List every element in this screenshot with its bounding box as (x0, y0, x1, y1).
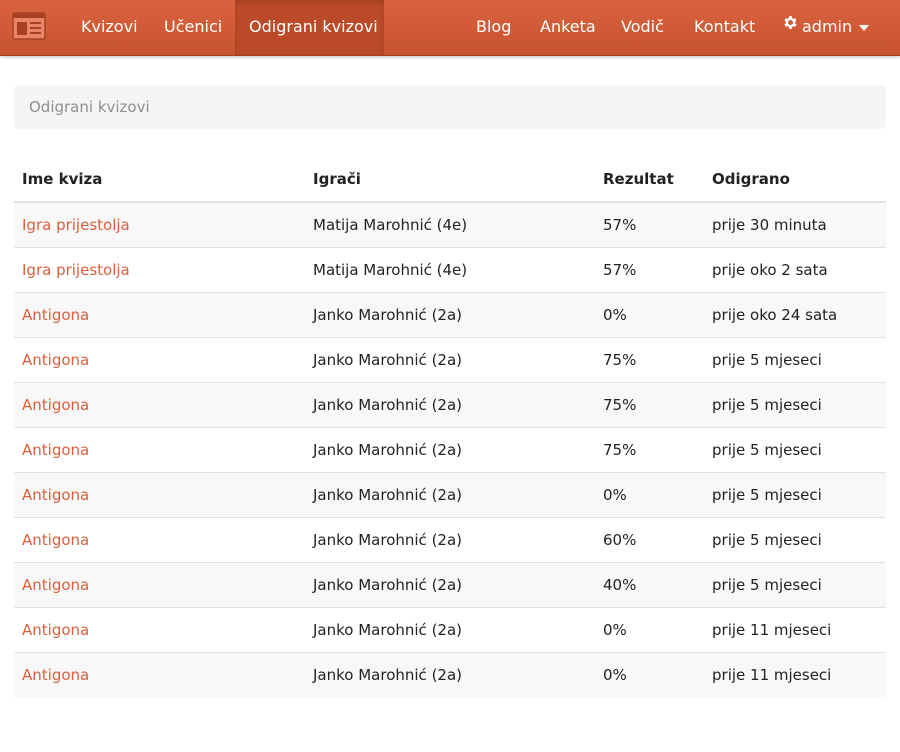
header-odigrano: Odigrano (704, 156, 886, 203)
result-cell: 75% (595, 381, 704, 427)
quiz-name-cell: Igra prijestolja (14, 246, 305, 292)
breadcrumb-current: Odigrani kvizovi (29, 98, 150, 116)
quiz-name-cell: Antigona (14, 606, 305, 652)
players-cell: Matija Marohnić (4e) (305, 246, 595, 292)
user-menu-label: admin (802, 17, 853, 36)
result-cell: 40% (595, 561, 704, 607)
result-cell: 0% (595, 606, 704, 652)
result-cell: 57% (595, 246, 704, 292)
nav-kontakt-label: Kontakt (694, 17, 756, 36)
quiz-name-cell: Antigona (14, 426, 305, 472)
table-row: Igra prijestolja Matija Marohnić (4e) 57… (14, 246, 886, 292)
nav-kvizovi[interactable]: Kvizovi (64, 0, 155, 55)
players-cell: Janko Marohnić (2a) (305, 336, 595, 382)
nav-kvizovi-label: Kvizovi (81, 17, 138, 36)
table-row: Antigona Janko Marohnić (2a) 60% prije 5… (14, 516, 886, 562)
nav-ucenici[interactable]: Učenici (147, 0, 239, 55)
user-menu-dropdown[interactable]: admin (782, 0, 870, 55)
played-cell: prije 11 mjeseci (704, 651, 886, 697)
quiz-link[interactable]: Antigona (22, 621, 89, 639)
browser-window-icon[interactable] (12, 12, 46, 40)
quiz-name-cell: Antigona (14, 561, 305, 607)
players-cell: Janko Marohnić (2a) (305, 561, 595, 607)
quiz-name-cell: Antigona (14, 471, 305, 517)
quiz-name-cell: Antigona (14, 291, 305, 337)
nav-blog-label: Blog (476, 17, 512, 36)
top-navbar: Kvizovi Učenici Odigrani kvizovi Blog An… (0, 0, 900, 56)
quiz-link[interactable]: Antigona (22, 486, 89, 504)
quiz-link[interactable]: Antigona (22, 441, 89, 459)
players-cell: Janko Marohnić (2a) (305, 291, 595, 337)
quiz-link[interactable]: Antigona (22, 666, 89, 684)
breadcrumb: Odigrani kvizovi (14, 85, 886, 129)
header-ime-kviza: Ime kviza (14, 156, 305, 203)
players-cell: Janko Marohnić (2a) (305, 516, 595, 562)
result-cell: 57% (595, 202, 704, 247)
played-cell: prije oko 2 sata (704, 246, 886, 292)
quiz-name-cell: Antigona (14, 651, 305, 697)
played-quizzes-table: Ime kviza Igrači Rezultat Odigrano Igra … (14, 156, 886, 697)
quiz-link[interactable]: Antigona (22, 351, 89, 369)
players-cell: Janko Marohnić (2a) (305, 471, 595, 517)
played-cell: prije 11 mjeseci (704, 606, 886, 652)
table-row: Antigona Janko Marohnić (2a) 75% prije 5… (14, 426, 886, 472)
nav-vodic-label: Vodič (621, 17, 664, 36)
nav-blog[interactable]: Blog (462, 0, 525, 55)
caret-down-icon (859, 0, 870, 53)
gear-icon (782, 0, 799, 53)
nav-anketa[interactable]: Anketa (526, 0, 610, 55)
played-cell: prije 5 mjeseci (704, 336, 886, 382)
played-cell: prije 5 mjeseci (704, 561, 886, 607)
played-cell: prije 5 mjeseci (704, 516, 886, 562)
table-row: Antigona Janko Marohnić (2a) 75% prije 5… (14, 336, 886, 382)
players-cell: Matija Marohnić (4e) (305, 202, 595, 247)
header-igraci: Igrači (305, 156, 595, 203)
quiz-link[interactable]: Antigona (22, 306, 89, 324)
table-row: Antigona Janko Marohnić (2a) 0% prije ok… (14, 291, 886, 337)
quiz-name-cell: Antigona (14, 336, 305, 382)
players-cell: Janko Marohnić (2a) (305, 426, 595, 472)
nav-ucenici-label: Učenici (164, 17, 223, 36)
nav-vodic[interactable]: Vodič (607, 0, 678, 55)
nav-odigrani-kvizovi[interactable]: Odigrani kvizovi (235, 0, 384, 55)
played-cell: prije oko 24 sata (704, 291, 886, 337)
table-header-row: Ime kviza Igrači Rezultat Odigrano (14, 156, 886, 203)
table-row: Antigona Janko Marohnić (2a) 40% prije 5… (14, 561, 886, 607)
quiz-link[interactable]: Antigona (22, 531, 89, 549)
quiz-link[interactable]: Igra prijestolja (22, 261, 130, 279)
table-row: Antigona Janko Marohnić (2a) 0% prije 5 … (14, 471, 886, 517)
table-row: Antigona Janko Marohnić (2a) 0% prije 11… (14, 606, 886, 652)
played-cell: prije 5 mjeseci (704, 426, 886, 472)
quiz-name-cell: Antigona (14, 381, 305, 427)
header-rezultat: Rezultat (595, 156, 704, 203)
played-cell: prije 5 mjeseci (704, 381, 886, 427)
players-cell: Janko Marohnić (2a) (305, 606, 595, 652)
nav-anketa-label: Anketa (540, 17, 596, 36)
players-cell: Janko Marohnić (2a) (305, 651, 595, 697)
result-cell: 75% (595, 426, 704, 472)
result-cell: 75% (595, 336, 704, 382)
table-row: Igra prijestolja Matija Marohnić (4e) 57… (14, 202, 886, 247)
result-cell: 0% (595, 651, 704, 697)
quiz-link[interactable]: Igra prijestolja (22, 216, 130, 234)
quiz-link[interactable]: Antigona (22, 396, 89, 414)
table-row: Antigona Janko Marohnić (2a) 0% prije 11… (14, 651, 886, 697)
played-cell: prije 5 mjeseci (704, 471, 886, 517)
players-cell: Janko Marohnić (2a) (305, 381, 595, 427)
nav-odigrani-kvizovi-label: Odigrani kvizovi (249, 17, 378, 36)
quiz-name-cell: Igra prijestolja (14, 202, 305, 247)
result-cell: 0% (595, 291, 704, 337)
table-row: Antigona Janko Marohnić (2a) 75% prije 5… (14, 381, 886, 427)
played-cell: prije 30 minuta (704, 202, 886, 247)
nav-kontakt[interactable]: Kontakt (680, 0, 769, 55)
quiz-name-cell: Antigona (14, 516, 305, 562)
result-cell: 60% (595, 516, 704, 562)
result-cell: 0% (595, 471, 704, 517)
quiz-link[interactable]: Antigona (22, 576, 89, 594)
